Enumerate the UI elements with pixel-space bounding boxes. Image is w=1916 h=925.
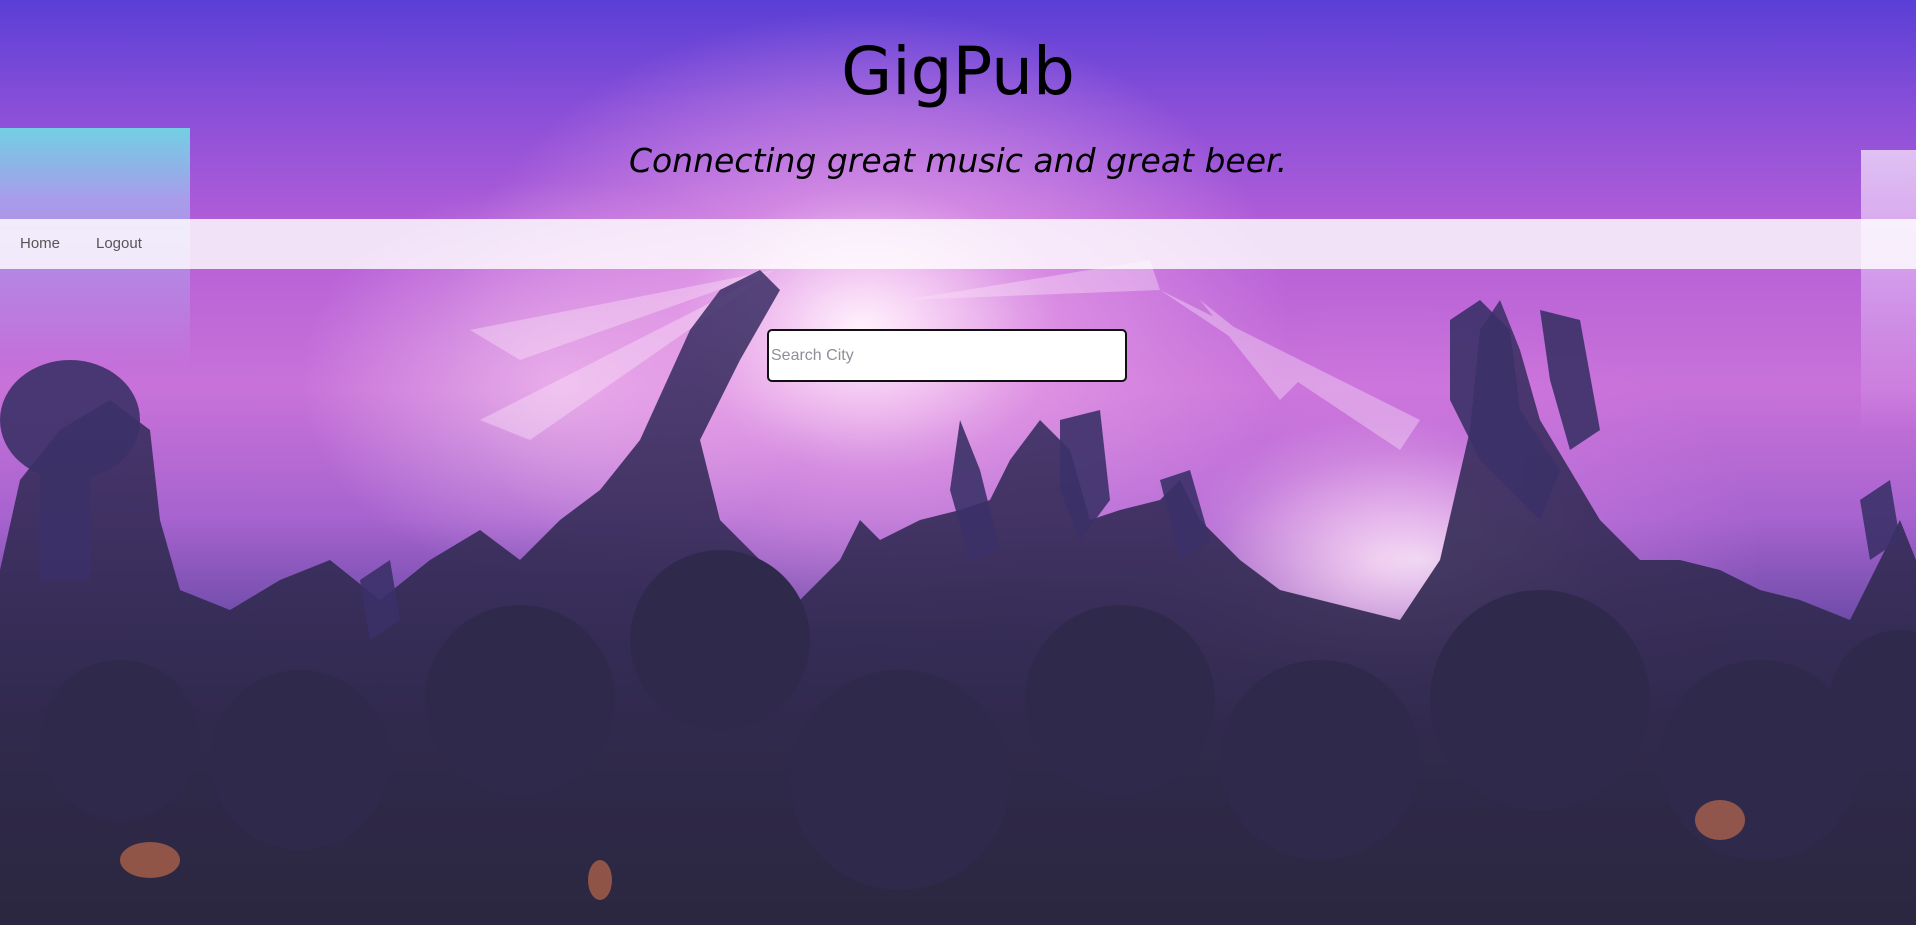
nav-link-logout[interactable]: Logout bbox=[96, 219, 142, 269]
search-container bbox=[767, 329, 1127, 382]
search-city-input[interactable] bbox=[767, 329, 1127, 382]
nav-link-home[interactable]: Home bbox=[20, 219, 60, 269]
nav-bar: Home Logout bbox=[0, 219, 1916, 269]
site-header: GigPub Connecting great music and great … bbox=[0, 0, 1916, 219]
site-title: GigPub bbox=[841, 33, 1075, 110]
site-tagline: Connecting great music and great beer. bbox=[628, 141, 1288, 180]
